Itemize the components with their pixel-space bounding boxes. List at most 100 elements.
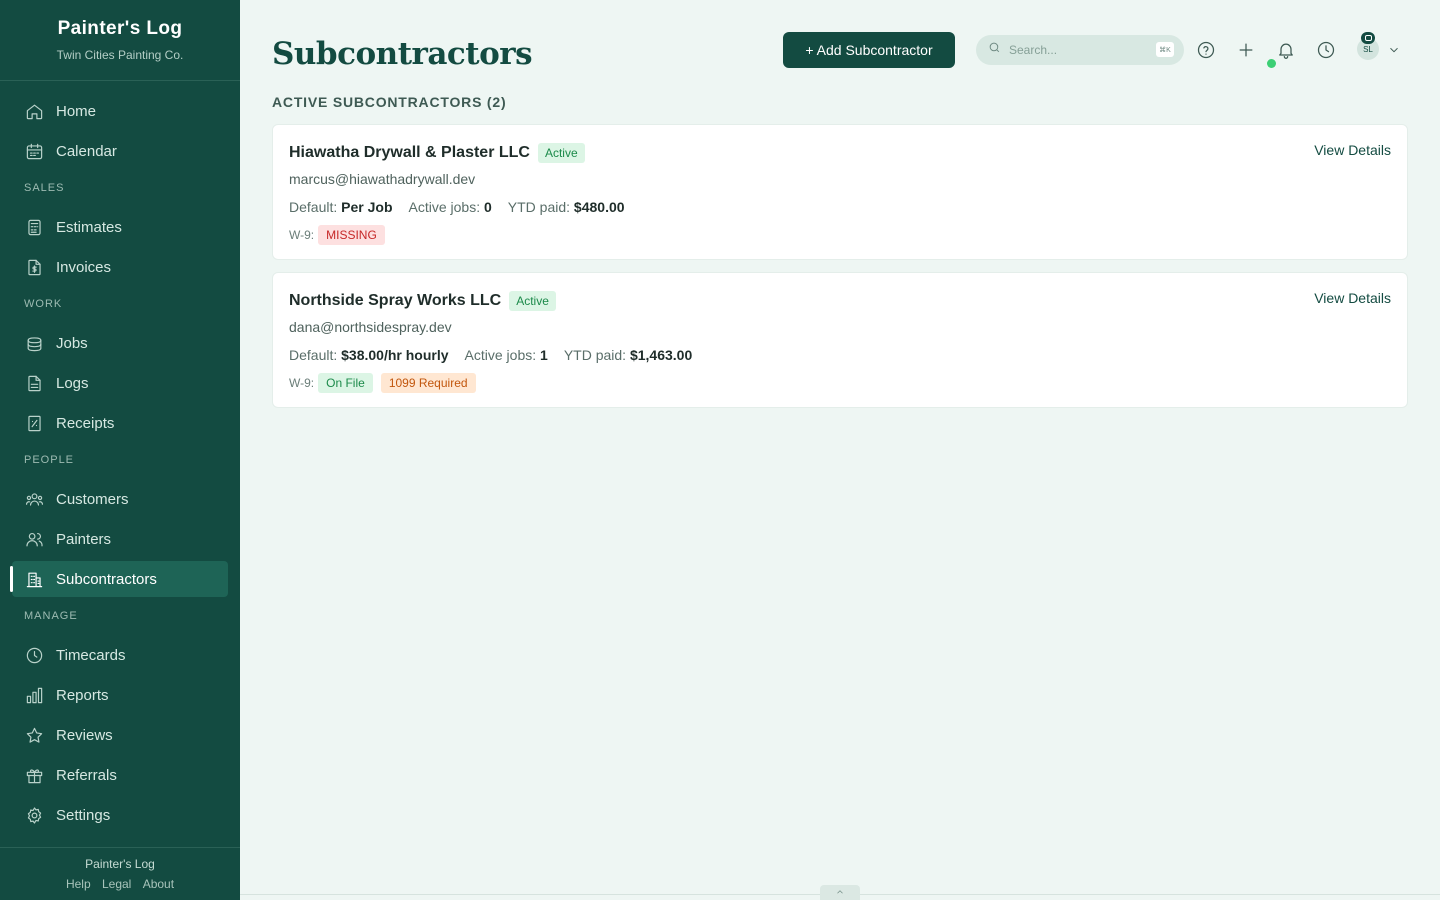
footer-title: Painter's Log	[85, 857, 155, 871]
card-meta: Default: $38.00/hr hourly Active jobs: 1…	[289, 347, 708, 363]
view-details-link[interactable]: View Details	[1314, 290, 1391, 306]
sidebar-item-label: Subcontractors	[56, 570, 157, 588]
sidebar-nav: Home Calendar SALES Estimates Invoices W…	[0, 81, 240, 833]
page-title: Subcontractors	[272, 36, 533, 72]
view-details-link[interactable]: View Details	[1314, 142, 1391, 158]
sidebar-item-reviews[interactable]: Reviews	[12, 717, 228, 753]
sidebar-item-label: Logs	[56, 374, 89, 392]
sidebar-item-estimates[interactable]: Estimates	[12, 209, 228, 245]
sidebar-item-label: Settings	[56, 806, 111, 824]
chevron-down-icon[interactable]	[1387, 43, 1401, 57]
subcontractor-email: marcus@hiawathadrywall.dev	[289, 171, 476, 187]
paint-bucket-icon	[24, 333, 44, 353]
subcontractor-card: Northside Spray Works LLC Active dana@no…	[272, 272, 1408, 408]
sidebar-item-invoices[interactable]: Invoices	[12, 249, 228, 285]
sidebar-item-label: Referrals	[56, 766, 117, 784]
card-meta: Default: Per Job Active jobs: 0 YTD paid…	[289, 199, 641, 215]
sidebar-item-label: Estimates	[56, 218, 122, 236]
search-icon	[988, 41, 1001, 59]
footer-links: Help Legal About	[0, 877, 240, 891]
search-shortcut: ⌘K	[1156, 42, 1174, 57]
status-badge: Active	[537, 143, 585, 163]
ytd-paid: YTD paid: $1,463.00	[563, 347, 693, 363]
sidebar-item-jobs[interactable]: Jobs	[12, 325, 228, 361]
card-header: Hiawatha Drywall & Plaster LLC Active	[289, 143, 585, 163]
lock-icon	[1361, 32, 1375, 44]
search-box[interactable]: ⌘K	[976, 35, 1184, 65]
bell-icon[interactable]	[1276, 40, 1296, 60]
subcontractor-name: Hiawatha Drywall & Plaster LLC	[289, 144, 530, 161]
w9-row: W-9: On File 1099 Required	[289, 373, 476, 393]
section-label-sales: SALES	[24, 182, 65, 194]
w9-label: W-9:	[289, 376, 315, 390]
add-subcontractor-button[interactable]: + Add Subcontractor	[783, 32, 955, 68]
estimates-icon	[24, 217, 44, 237]
sidebar-item-calendar[interactable]: Calendar	[12, 133, 228, 169]
gear-icon	[24, 805, 44, 825]
footer-link-help[interactable]: Help	[66, 877, 91, 891]
ytd-paid: YTD paid: $480.00	[507, 199, 625, 215]
sidebar-item-logs[interactable]: Logs	[12, 365, 228, 401]
bar-chart-icon	[24, 685, 44, 705]
status-badge: Active	[509, 291, 556, 311]
sidebar-item-receipts[interactable]: Receipts	[12, 405, 228, 441]
sidebar-item-label: Reviews	[56, 726, 113, 744]
w9-label: W-9:	[289, 228, 315, 242]
subcontractor-card: Hiawatha Drywall & Plaster LLC Active ma…	[272, 124, 1408, 260]
sidebar-item-label: Receipts	[56, 414, 115, 432]
sidebar-item-customers[interactable]: Customers	[12, 481, 228, 517]
star-icon	[24, 725, 44, 745]
brand-subtitle: Twin Cities Painting Co.	[56, 48, 184, 62]
building-icon	[24, 569, 44, 589]
sidebar: Painter's Log Twin Cities Painting Co. H…	[0, 0, 240, 900]
brand: Painter's Log Twin Cities Painting Co.	[0, 0, 240, 81]
card-header: Northside Spray Works LLC Active	[289, 291, 556, 311]
subcontractor-email: dana@northsidespray.dev	[289, 319, 452, 335]
sidebar-item-label: Customers	[56, 490, 129, 508]
sidebar-item-home[interactable]: Home	[12, 93, 228, 129]
active-jobs: Active jobs: 1	[464, 347, 548, 363]
sidebar-item-label: Invoices	[56, 258, 112, 276]
sidebar-item-label: Calendar	[56, 142, 117, 160]
receipt-icon	[24, 413, 44, 433]
plus-icon[interactable]	[1236, 40, 1256, 60]
sidebar-item-referrals[interactable]: Referrals	[12, 757, 228, 793]
sidebar-footer: Painter's Log Help Legal About	[0, 847, 240, 900]
sidebar-item-timecards[interactable]: Timecards	[12, 637, 228, 673]
bottom-drawer-toggle[interactable]	[820, 885, 860, 900]
gift-icon	[24, 765, 44, 785]
calendar-icon	[24, 141, 44, 161]
section-label-work: WORK	[24, 298, 63, 310]
document-icon	[24, 373, 44, 393]
brand-title: Painter's Log	[57, 18, 183, 39]
clock-icon	[24, 645, 44, 665]
default-rate: Default: $38.00/hr hourly	[289, 347, 449, 363]
chevron-up-icon	[835, 884, 845, 900]
sidebar-item-settings[interactable]: Settings	[12, 797, 228, 833]
footer-link-about[interactable]: About	[143, 877, 174, 891]
section-label-people: PEOPLE	[24, 454, 75, 466]
w9-row: W-9: MISSING	[289, 225, 385, 245]
sidebar-item-label: Home	[56, 102, 97, 120]
section-heading: ACTIVE SUBCONTRACTORS (2)	[272, 94, 507, 110]
clock-icon[interactable]	[1316, 40, 1336, 60]
footer-link-legal[interactable]: Legal	[102, 877, 131, 891]
w9-status-badge: MISSING	[318, 225, 385, 245]
section-label-manage: MANAGE	[24, 610, 78, 622]
users-icon	[24, 529, 44, 549]
sidebar-item-label: Painters	[56, 530, 112, 548]
sidebar-item-label: Reports	[56, 686, 109, 704]
notification-dot	[1267, 59, 1276, 68]
sidebar-item-reports[interactable]: Reports	[12, 677, 228, 713]
w9-status-badge: On File	[318, 373, 373, 393]
home-icon	[24, 101, 44, 121]
help-icon[interactable]	[1196, 40, 1216, 60]
sidebar-item-label: Jobs	[56, 334, 88, 352]
sidebar-item-subcontractors[interactable]: Subcontractors	[10, 561, 228, 597]
customers-icon	[24, 489, 44, 509]
form-1099-badge: 1099 Required	[380, 373, 476, 393]
default-rate: Default: Per Job	[289, 199, 393, 215]
sidebar-item-painters[interactable]: Painters	[12, 521, 228, 557]
subcontractor-name: Northside Spray Works LLC	[289, 292, 502, 309]
search-input[interactable]	[1009, 43, 1139, 57]
